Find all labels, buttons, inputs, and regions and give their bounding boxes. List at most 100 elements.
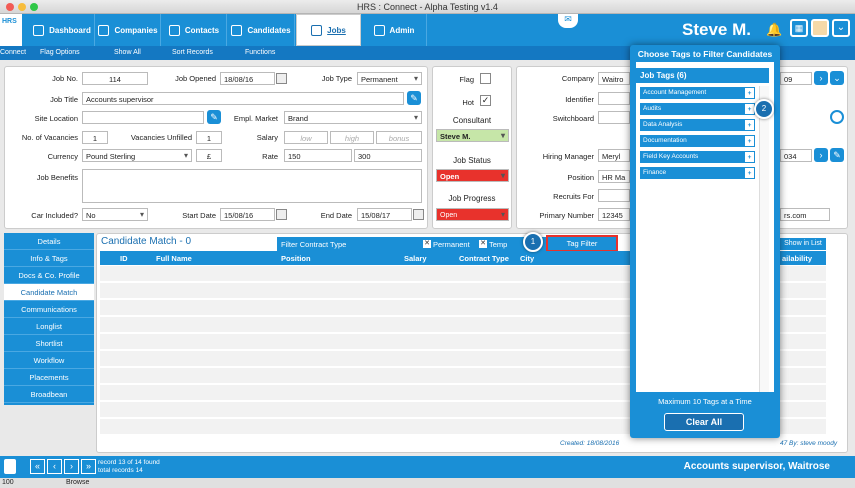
nav-dashboard[interactable]: Dashboard	[30, 14, 95, 46]
zoom-level[interactable]: 100	[2, 478, 14, 488]
job-benefits-field[interactable]	[82, 169, 422, 203]
job-opened-field[interactable]: 18/08/16	[220, 72, 275, 85]
next-record-icon[interactable]: ›	[64, 459, 79, 474]
last-record-icon[interactable]: »	[81, 459, 96, 474]
calendar-icon[interactable]: ▦	[790, 19, 808, 37]
trash-icon[interactable]	[4, 459, 16, 474]
job-no-field[interactable]: 114	[82, 72, 148, 85]
side-item-longlist[interactable]: Longlist	[4, 318, 94, 335]
mail-icon[interactable]: ✉	[558, 14, 578, 28]
tag-list-scrollbar[interactable]	[759, 86, 769, 392]
side-item-workflow[interactable]: Workflow	[4, 352, 94, 369]
tag-audits[interactable]: Audits +	[640, 103, 755, 115]
tag-data-analysis[interactable]: Data Analysis +	[640, 119, 755, 131]
side-item-candidate-match[interactable]: Candidate Match	[4, 284, 94, 301]
go-to-manager-icon[interactable]: ›	[814, 148, 828, 162]
add-tag-icon[interactable]: +	[744, 151, 755, 163]
temp-checkbox[interactable]: ✕	[479, 240, 487, 248]
go-to-company-icon[interactable]: ›	[814, 71, 828, 85]
close-window-button[interactable]	[6, 3, 14, 11]
minimize-window-button[interactable]	[18, 3, 26, 11]
side-item-details[interactable]: Details	[4, 233, 94, 250]
add-tag-icon[interactable]: +	[744, 167, 755, 179]
add-tag-icon[interactable]: +	[744, 135, 755, 147]
add-tag-icon[interactable]: +	[744, 119, 755, 131]
col-city[interactable]: City	[520, 254, 534, 263]
col-contract-type[interactable]: Contract Type	[459, 254, 509, 263]
job-title-field[interactable]: Accounts supervisor	[82, 92, 404, 105]
side-item-broadbean[interactable]: Broadbean	[4, 386, 94, 403]
hot-checkbox[interactable]: ✓	[480, 95, 491, 106]
hiring-manager-field[interactable]: Meryl	[598, 149, 630, 162]
bell-icon[interactable]: 🔔	[766, 22, 782, 38]
nav-companies[interactable]: Companies	[96, 14, 161, 46]
sort-records-menu[interactable]: Sort Records	[172, 49, 213, 56]
car-included-select[interactable]: No	[82, 208, 148, 221]
refresh-icon[interactable]	[830, 110, 844, 124]
nav-jobs[interactable]: Jobs	[296, 14, 361, 46]
position-field[interactable]: HR Ma	[598, 170, 630, 183]
start-date-field[interactable]: 15/08/16	[220, 208, 275, 221]
salary-low-field[interactable]: low	[284, 131, 328, 144]
side-item-info-tags[interactable]: Info & Tags	[4, 250, 94, 267]
tag-account-management[interactable]: Account Management +	[640, 87, 755, 99]
side-item-shortlist[interactable]: Shortlist	[4, 335, 94, 352]
vacancies-unfilled-field[interactable]: 1	[196, 131, 222, 144]
edit-site-location-icon[interactable]: ✎	[207, 110, 221, 124]
previous-record-icon[interactable]: ‹	[47, 459, 62, 474]
col-availability[interactable]: ailability	[782, 254, 812, 263]
tag-filter-button[interactable]: Tag Filter	[546, 235, 618, 252]
tag-documentation[interactable]: Documentation +	[640, 135, 755, 147]
start-date-calendar-icon[interactable]	[276, 209, 287, 220]
salary-high-field[interactable]: high	[330, 131, 374, 144]
first-record-icon[interactable]: «	[30, 459, 45, 474]
side-item-docs[interactable]: Docs & Co. Profile	[4, 267, 94, 284]
rate-from-field[interactable]: 150	[284, 149, 352, 162]
edit-manager-icon[interactable]: ✎	[830, 148, 844, 162]
tag-field-key-accounts[interactable]: Field Key Accounts +	[640, 151, 755, 163]
zoom-window-button[interactable]	[30, 3, 38, 11]
col-full-name[interactable]: Full Name	[156, 254, 192, 263]
add-tag-icon[interactable]: +	[744, 87, 755, 99]
tag-finance[interactable]: Finance +	[640, 167, 755, 179]
edit-job-title-icon[interactable]: ✎	[407, 91, 421, 105]
site-location-field[interactable]	[82, 111, 204, 124]
job-status-select[interactable]: Open	[436, 169, 509, 182]
functions-menu[interactable]: Functions	[245, 49, 275, 56]
col-position[interactable]: Position	[281, 254, 311, 263]
job-opened-calendar-icon[interactable]	[276, 73, 287, 84]
rate-to-field[interactable]: 300	[354, 149, 422, 162]
salary-bonus-field[interactable]: bonus	[376, 131, 422, 144]
company-number-field[interactable]: 09	[780, 72, 812, 85]
clear-all-button[interactable]: Clear All	[664, 413, 744, 431]
nav-admin[interactable]: Admin	[362, 14, 427, 46]
show-in-list-button[interactable]: Show in List	[780, 238, 826, 250]
permanent-checkbox[interactable]: ✕	[423, 240, 431, 248]
job-progress-select[interactable]: Open	[436, 208, 509, 221]
vacancies-field[interactable]: 1	[82, 131, 108, 144]
nav-candidates[interactable]: Candidates	[228, 14, 295, 46]
consultant-select[interactable]: Steve M.	[436, 129, 509, 142]
recruits-for-field[interactable]	[598, 189, 630, 202]
currency-select[interactable]: Pound Sterling	[82, 149, 192, 162]
flag-checkbox[interactable]	[480, 73, 491, 84]
chevron-down-icon[interactable]: ⌄	[830, 71, 844, 85]
side-item-communications[interactable]: Communications	[4, 301, 94, 318]
col-salary[interactable]: Salary	[404, 254, 427, 263]
chevron-down-icon[interactable]: ⌄	[832, 19, 850, 37]
end-date-field[interactable]: 15/08/17	[357, 208, 412, 221]
primary-number-field[interactable]: 12345	[598, 208, 630, 221]
col-id[interactable]: ID	[120, 254, 128, 263]
avatar[interactable]	[811, 19, 829, 37]
switchboard-field[interactable]	[598, 111, 630, 124]
side-item-placements[interactable]: Placements	[4, 369, 94, 386]
flag-options-menu[interactable]: Flag Options	[40, 49, 80, 56]
end-date-calendar-icon[interactable]	[413, 209, 424, 220]
website-field[interactable]: rs.com	[780, 208, 830, 221]
currency-symbol-field[interactable]: £	[196, 149, 222, 162]
show-all-menu[interactable]: Show All	[114, 49, 141, 56]
job-type-select[interactable]: Permanent	[357, 72, 422, 85]
empl-market-select[interactable]: Brand	[284, 111, 422, 124]
manager-number-field[interactable]: 034	[780, 149, 812, 162]
identifier-field[interactable]	[598, 92, 630, 105]
